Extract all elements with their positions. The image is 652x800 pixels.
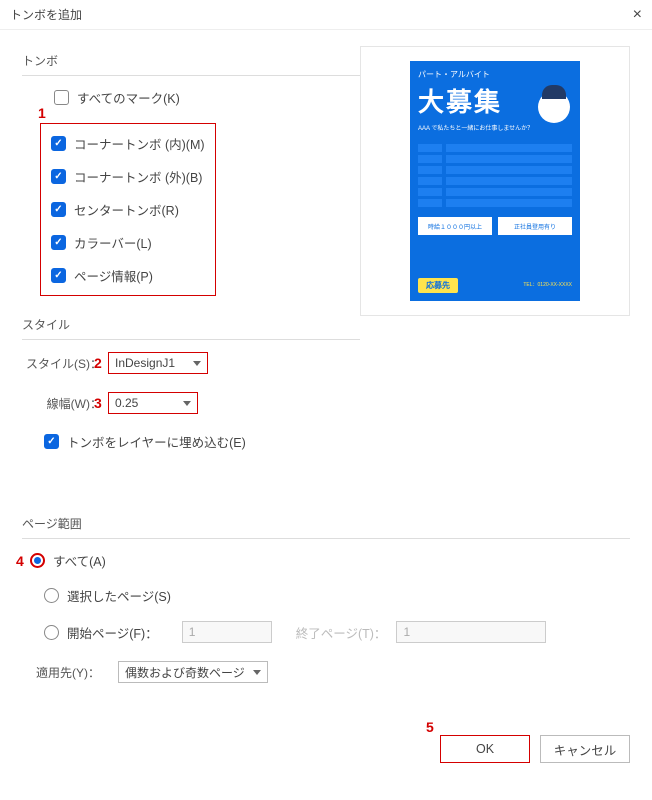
style-select-value: InDesignJ1 [115, 356, 175, 370]
flyer-illustration [538, 91, 570, 123]
checkbox-all-marks[interactable] [54, 90, 69, 105]
cancel-button-label: キャンセル [554, 740, 617, 759]
flyer-info-grid [418, 144, 572, 207]
linewidth-label: 線幅(W)： [22, 395, 102, 412]
label-all-pages: すべて(A) [53, 551, 106, 570]
page-range-section-label: ページ範囲 [22, 515, 630, 532]
apply-to-select[interactable]: 偶数および奇数ページ [118, 661, 268, 683]
radio-all-pages[interactable] [30, 553, 45, 568]
linewidth-value: 0.25 [115, 396, 138, 410]
checkbox-corner-inner[interactable] [51, 136, 66, 151]
flyer-tel: TEL：0120-XX-XXXX [523, 282, 572, 289]
radio-page-range[interactable] [44, 625, 59, 640]
linewidth-select[interactable]: 0.25 [108, 392, 198, 414]
annotation-box-1: コーナートンボ (内)(M) コーナートンボ (外)(B) センタートンボ(R) [40, 123, 216, 296]
end-page-field[interactable]: 1 [396, 621, 546, 643]
ok-button[interactable]: OK [440, 735, 530, 763]
label-embed-layer: トンボをレイヤーに埋め込む(E) [67, 432, 246, 451]
label-page-info: ページ情報(P) [74, 266, 153, 285]
ok-button-label: OK [476, 742, 494, 756]
start-page-field[interactable]: 1 [182, 621, 272, 643]
cancel-button[interactable]: キャンセル [540, 735, 630, 763]
divider [22, 339, 360, 340]
annotation-4: 4 [16, 553, 24, 569]
label-color-bar: カラーバー(L) [74, 233, 152, 252]
divider [22, 538, 630, 539]
checkbox-color-bar[interactable] [51, 235, 66, 250]
apply-to-value: 偶数および奇数ページ [125, 664, 245, 681]
checkbox-corner-outer[interactable] [51, 169, 66, 184]
checkbox-page-info[interactable] [51, 268, 66, 283]
label-center: センタートンボ(R) [74, 200, 179, 219]
annotation-1: 1 [38, 105, 46, 121]
style-label: スタイル(S)： [22, 355, 102, 372]
checkbox-center[interactable] [51, 202, 66, 217]
checkbox-embed-layer[interactable] [44, 434, 59, 449]
label-corner-inner: コーナートンボ (内)(M) [74, 134, 205, 153]
flyer-box-2: 正社員登用有り [498, 217, 572, 235]
close-icon[interactable]: × [633, 6, 642, 24]
flyer-preview: パート・アルバイト 大募集 AAA で私たちと一緒にお仕事しませんか？ 時給１０… [410, 61, 580, 301]
label-corner-outer: コーナートンボ (外)(B) [74, 167, 202, 186]
start-page-value: 1 [189, 625, 196, 639]
divider [22, 75, 360, 76]
dialog-title: トンボを追加 [10, 6, 82, 23]
end-page-value: 1 [403, 625, 410, 639]
label-all-marks: すべてのマーク(K) [77, 88, 180, 107]
style-select[interactable]: InDesignJ1 [108, 352, 208, 374]
apply-to-label: 適用先(Y)： [36, 664, 100, 681]
markers-section-label: トンボ [22, 52, 360, 69]
style-section-label: スタイル [22, 316, 360, 333]
label-selected-pages: 選択したページ(S) [67, 586, 171, 605]
flyer-note: AAA で私たちと一緒にお仕事しませんか？ [418, 123, 572, 132]
preview-panel: パート・アルバイト 大募集 AAA で私たちと一緒にお仕事しませんか？ 時給１０… [360, 46, 630, 316]
flyer-pill: 応募先 [418, 278, 458, 293]
radio-selected-pages[interactable] [44, 588, 59, 603]
label-end-page: 終了ページ(T)： [296, 623, 387, 642]
annotation-3: 3 [94, 395, 102, 411]
flyer-box-1: 時給１０００円以上 [418, 217, 492, 235]
annotation-5: 5 [426, 719, 434, 735]
flyer-subtitle: パート・アルバイト [418, 69, 572, 80]
annotation-2: 2 [94, 355, 102, 371]
label-start-page: 開始ページ(F)： [67, 623, 158, 642]
